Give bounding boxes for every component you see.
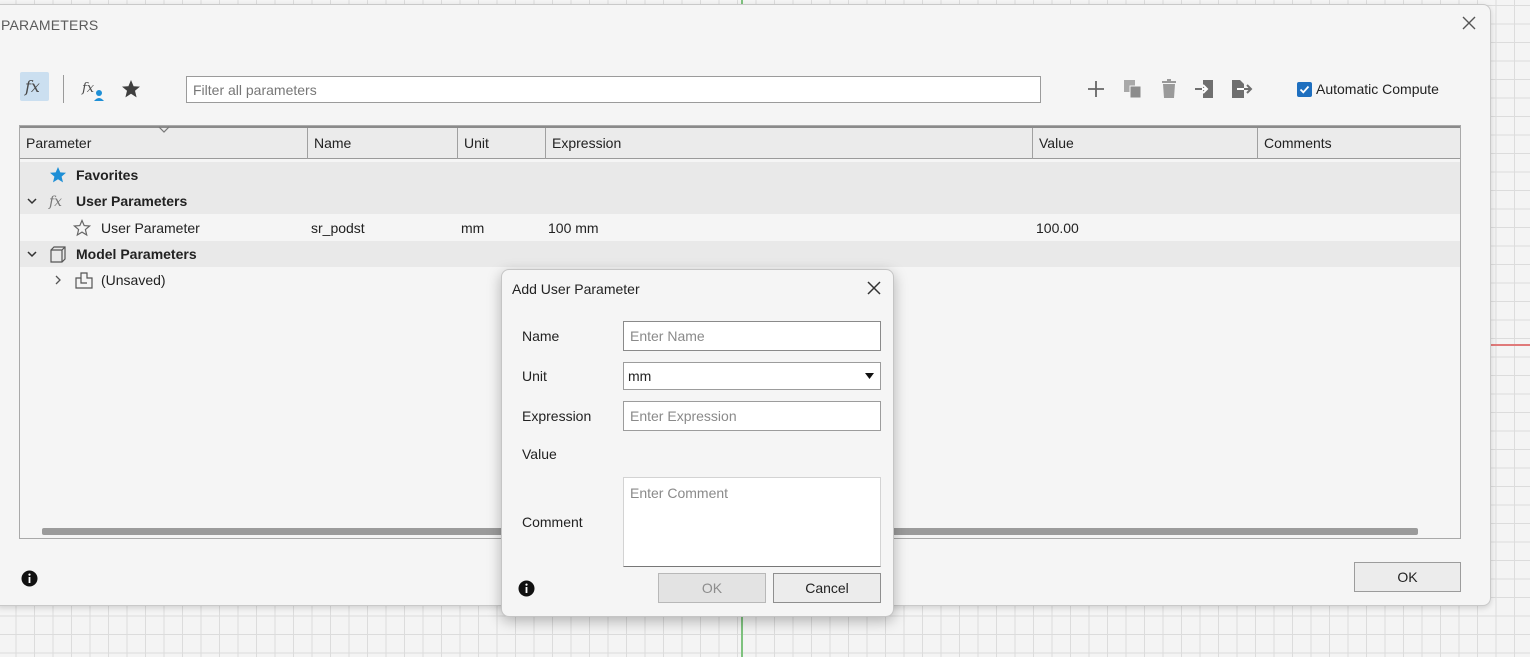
column-label: Unit	[464, 135, 489, 151]
cell-expression[interactable]: 100 mm	[548, 215, 599, 241]
info-icon[interactable]	[21, 570, 38, 587]
model-box-icon	[50, 246, 66, 263]
canvas-red-axis	[1490, 344, 1530, 346]
fx-icon: fx	[48, 194, 62, 210]
close-icon[interactable]	[1461, 15, 1477, 31]
column-header-name[interactable]: Name	[308, 128, 458, 159]
close-icon[interactable]	[866, 280, 882, 296]
expression-field[interactable]	[623, 401, 881, 431]
column-label: Parameter	[26, 135, 92, 151]
row-label: Favorites	[76, 167, 139, 183]
chevron-right-icon[interactable]	[52, 274, 64, 286]
dialog-title: Add User Parameter	[512, 281, 640, 297]
fx-filter-button[interactable]: fx	[20, 72, 49, 101]
table-row[interactable]: User Parameter sr_podst mm 100 mm 100.00	[20, 215, 1460, 241]
filter-input[interactable]	[186, 76, 1041, 103]
star-icon	[50, 167, 66, 183]
row-label: Model Parameters	[76, 246, 197, 262]
chevron-down-icon[interactable]	[26, 248, 38, 260]
column-label: Expression	[552, 135, 622, 151]
table-row-user-parameters[interactable]: fx User Parameters	[20, 188, 1460, 214]
add-user-parameter-dialog: Add User Parameter Name Unit mm Expressi…	[501, 269, 894, 617]
expression-label: Expression	[522, 408, 592, 424]
table-header: Parameter Name Unit Expression Value Com…	[20, 126, 1460, 159]
export-icon[interactable]	[1229, 77, 1253, 101]
cell-unit[interactable]: mm	[461, 215, 484, 241]
row-label: User Parameters	[76, 193, 188, 209]
automatic-compute-toggle[interactable]: Automatic Compute	[1297, 81, 1439, 97]
import-icon[interactable]	[1193, 77, 1217, 101]
fx-icon: fx	[24, 77, 40, 96]
chevron-down-icon	[158, 126, 170, 133]
column-label: Comments	[1264, 135, 1332, 151]
unit-select[interactable]: mm	[623, 362, 881, 390]
name-field[interactable]	[623, 321, 881, 351]
column-header-comments[interactable]: Comments	[1258, 128, 1460, 159]
column-header-parameter[interactable]: Parameter	[20, 126, 308, 159]
column-header-expression[interactable]: Expression	[546, 128, 1033, 159]
table-row-favorites[interactable]: Favorites	[20, 162, 1460, 188]
star-outline-icon[interactable]	[72, 218, 92, 238]
chevron-down-icon[interactable]	[26, 195, 38, 207]
cell-name[interactable]: sr_podst	[311, 215, 365, 241]
ok-button[interactable]: OK	[1354, 562, 1461, 592]
unit-label: Unit	[522, 368, 547, 384]
row-label: (Unsaved)	[101, 272, 166, 288]
component-icon	[75, 272, 93, 289]
column-label: Value	[1039, 135, 1074, 151]
checkbox-checked-icon[interactable]	[1297, 81, 1312, 97]
svg-text:fx: fx	[24, 77, 40, 96]
column-header-value[interactable]: Value	[1033, 128, 1258, 159]
comment-field[interactable]	[623, 477, 881, 567]
svg-text:fx: fx	[48, 194, 62, 210]
fx-user-icon[interactable]: fx	[81, 77, 107, 103]
unit-select-value: mm	[628, 368, 652, 384]
delete-icon[interactable]	[1157, 77, 1181, 101]
add-icon[interactable]	[1084, 77, 1108, 101]
cell-parameter: User Parameter	[101, 220, 200, 236]
info-icon[interactable]	[518, 580, 535, 597]
cell-value: 100.00	[1036, 220, 1079, 236]
name-label: Name	[522, 328, 560, 344]
column-header-unit[interactable]: Unit	[458, 128, 546, 159]
toolbar-divider	[63, 75, 64, 103]
svg-text:fx: fx	[81, 81, 95, 96]
dropdown-arrow-icon	[865, 373, 874, 379]
table-row-model-parameters[interactable]: Model Parameters	[20, 241, 1460, 267]
comment-label: Comment	[522, 514, 583, 530]
automatic-compute-label: Automatic Compute	[1316, 81, 1439, 97]
star-icon[interactable]	[119, 77, 143, 101]
dialog-cancel-button[interactable]: Cancel	[773, 573, 881, 603]
column-label: Name	[314, 135, 352, 151]
value-label: Value	[522, 446, 557, 462]
dialog-ok-button[interactable]: OK	[658, 573, 766, 603]
copy-icon[interactable]	[1121, 77, 1145, 101]
window-title: PARAMETERS	[1, 17, 99, 33]
